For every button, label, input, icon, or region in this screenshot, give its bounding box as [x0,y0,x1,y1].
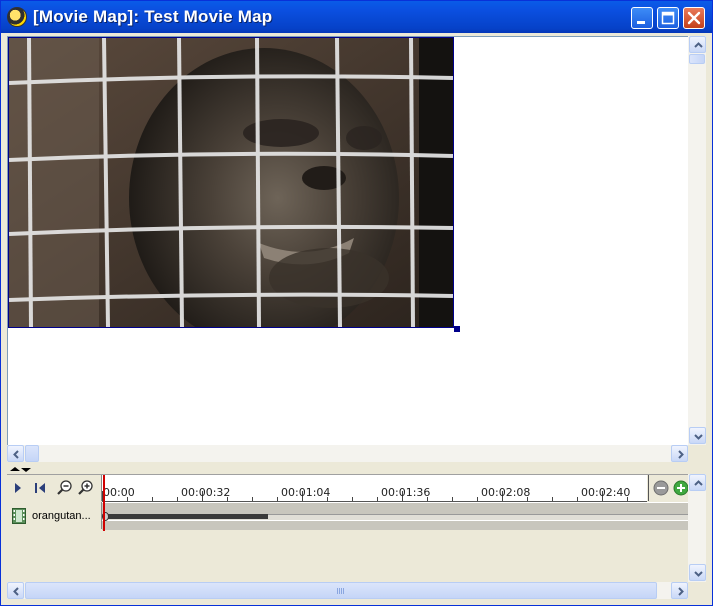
timeline-scroll-thumb[interactable] [25,582,657,599]
zoom-out-button[interactable] [56,479,74,497]
canvas-horizontal-scrollbar[interactable] [7,445,688,462]
ruler-tick [452,497,453,501]
chevron-down-icon [694,571,703,577]
ruler-tick [352,497,353,501]
close-button[interactable] [683,7,705,29]
movie-map-window: [Movie Map]: Test Movie Map 00:00 00:00:… [0,0,713,606]
track-button-icons [653,480,689,496]
go-to-start-icon [35,483,45,493]
scroll-grip-icon [337,588,345,594]
chevron-right-icon [678,587,684,596]
playhead[interactable] [103,475,105,531]
vertical-scroll-thumb[interactable] [689,54,705,64]
video-frame[interactable] [8,37,454,328]
movie-clip[interactable] [104,514,268,519]
ruler-tick [177,497,178,501]
zoom-in-button[interactable] [77,479,95,497]
timeline-track[interactable]: orangutan... [7,502,689,530]
movie-canvas[interactable] [7,36,688,446]
chevron-down-icon [694,434,703,440]
timeline-scroll-up-button[interactable] [689,474,706,491]
ruler-tick [377,497,378,501]
track-lane[interactable] [102,502,689,530]
track-header[interactable]: orangutan... [7,502,102,529]
timeline-scrollbar-corner [688,582,706,599]
maximize-button[interactable] [657,7,679,29]
scroll-down-button[interactable] [689,427,706,444]
horizontal-scroll-thumb[interactable] [25,445,39,462]
zoom-in-icon [78,480,93,495]
ruler-tick [152,497,153,501]
timeline-horizontal-scrollbar[interactable] [7,582,688,599]
ruler-label: 00:01:36 [381,486,431,499]
track-name: orangutan... [32,510,91,522]
ruler-tick [552,497,553,501]
timeline-scroll-down-button[interactable] [689,564,706,581]
orangutan-video-image [9,38,453,327]
chevron-up-icon [694,480,703,486]
ruler-label: 00:02:40 [581,486,631,499]
ruler-tick [477,497,478,501]
close-icon [687,11,701,25]
remove-track-button[interactable] [653,480,669,496]
chevron-up-icon [694,42,703,48]
scroll-right-button[interactable] [671,445,688,462]
chevron-left-icon [13,450,19,459]
ruler-tick [277,497,278,501]
scroll-up-button[interactable] [689,36,706,53]
minimize-icon [637,21,645,24]
zoom-out-icon [57,480,72,495]
minimize-button[interactable] [631,7,653,29]
track-buttons [648,475,690,501]
scroll-left-button[interactable] [7,445,24,462]
play-button[interactable] [9,479,27,497]
timeline-scroll-left-button[interactable] [7,582,24,599]
canvas-vertical-scrollbar[interactable] [688,36,706,445]
window-title: [Movie Map]: Test Movie Map [33,7,273,26]
ruler-label: 00:00 [103,486,135,499]
timeline-vertical-scrollbar[interactable] [688,474,706,582]
timeline-scroll-right-button[interactable] [671,582,688,599]
movie-map-icon[interactable] [7,7,27,27]
film-strip-icon [12,508,26,524]
pane-splitter[interactable] [7,462,707,474]
ruler-label: 00:01:04 [281,486,331,499]
remove-icon [657,487,665,489]
time-ruler[interactable]: 00:00 00:00:32 00:01:04 00:01:36 00:02:0… [102,475,647,502]
timeline-controls [7,475,102,501]
timeline-panel: 00:00 00:00:32 00:01:04 00:01:36 00:02:0… [7,474,690,583]
ruler-tick [577,497,578,501]
chevron-right-icon [678,450,684,459]
resize-handle[interactable] [454,326,460,332]
chevron-left-icon [13,587,19,596]
ruler-tick [252,497,253,501]
maximize-icon [661,11,675,25]
scrollbar-corner [688,445,706,462]
ruler-label: 00:02:08 [481,486,531,499]
ruler-label: 00:00:32 [181,486,231,499]
go-to-start-button[interactable] [31,479,49,497]
add-track-button[interactable] [673,480,689,496]
play-icon [15,483,21,493]
title-bar[interactable]: [Movie Map]: Test Movie Map [1,1,712,33]
